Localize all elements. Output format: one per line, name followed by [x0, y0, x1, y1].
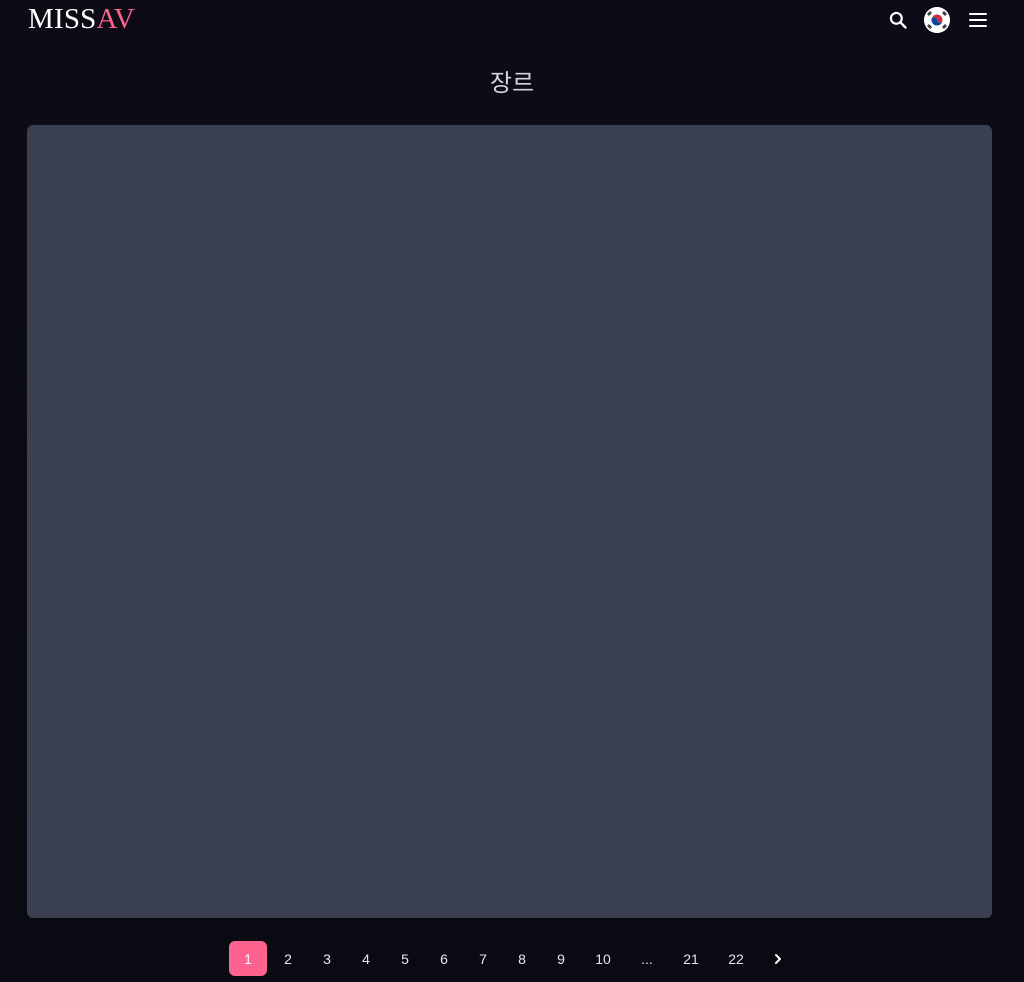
page-link-5[interactable]: 5 [387, 941, 423, 976]
page-link-10[interactable]: 10 [582, 941, 624, 976]
page-title: 장르 [489, 70, 535, 97]
page-link-7[interactable]: 7 [465, 941, 501, 976]
page-link-2[interactable]: 2 [270, 941, 306, 976]
page-link-22[interactable]: 22 [715, 941, 757, 976]
site-logo[interactable]: MISSAV [28, 3, 135, 35]
logo-text-main: MISS [28, 3, 97, 35]
chevron-right-icon [775, 953, 781, 964]
pagination-ellipsis: ... [641, 950, 653, 967]
next-page-button[interactable] [760, 941, 796, 976]
search-icon [889, 11, 907, 29]
page-link-6[interactable]: 6 [426, 941, 462, 976]
language-button[interactable] [924, 7, 950, 33]
header-actions [885, 6, 991, 34]
site-header: MISSAV [0, 0, 1024, 40]
content-loading-placeholder [27, 125, 992, 918]
page-link-4[interactable]: 4 [348, 941, 384, 976]
south-korea-flag-icon [924, 7, 950, 33]
page-link-8[interactable]: 8 [504, 941, 540, 976]
page-link-9[interactable]: 9 [543, 941, 579, 976]
logo-text-accent: AV [96, 3, 136, 35]
menu-icon [969, 13, 987, 27]
search-button[interactable] [885, 7, 911, 33]
pagination: 1 2 3 4 5 6 7 8 9 10 ... 21 22 [229, 941, 799, 976]
page-link-1[interactable]: 1 [229, 941, 267, 976]
page-link-21[interactable]: 21 [670, 941, 712, 976]
menu-button[interactable] [965, 7, 991, 33]
page-link-3[interactable]: 3 [309, 941, 345, 976]
